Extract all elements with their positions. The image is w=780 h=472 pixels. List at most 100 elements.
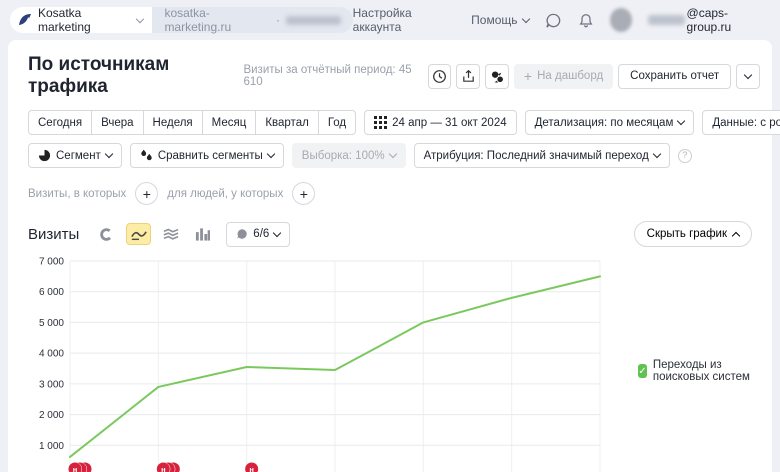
sampling-label: Выборка: 100% — [302, 150, 385, 162]
svg-text:н: н — [161, 465, 166, 472]
save-report-label: Сохранить отчет — [630, 70, 719, 82]
check-icon: ✓ — [638, 366, 646, 377]
compare-segments-button[interactable]: Сравнить сегменты — [130, 143, 284, 168]
chevron-down-icon — [744, 70, 752, 78]
detalization-select[interactable]: Детализация: по месяцам — [525, 110, 695, 135]
svg-text:2 000: 2 000 — [39, 410, 64, 421]
chevron-up-icon — [732, 231, 740, 239]
line-chart-icon — [131, 227, 147, 241]
avatar[interactable] — [610, 8, 632, 32]
counter-domain: kosatka-marketing.ru — [164, 6, 270, 34]
redacted-email-user — [648, 15, 685, 25]
save-report-button[interactable]: Сохранить отчет — [618, 64, 731, 89]
legend-checkbox[interactable]: ✓ — [638, 364, 647, 378]
svg-text:н: н — [73, 465, 78, 472]
compare-segments-label: Сравнить сегменты — [158, 150, 263, 162]
date-range-picker[interactable]: 24 апр — 31 окт 2024 — [364, 110, 516, 135]
preset-yesterday[interactable]: Вчера — [91, 110, 143, 135]
calendar-grid-icon — [374, 116, 387, 129]
ducks-button[interactable] — [485, 64, 509, 89]
help-label: Помощь — [471, 13, 517, 27]
visits-line-chart[interactable]: Апр 24Май 24Июн 24Июл 24Авг 24Сен 24Окт … — [20, 249, 620, 472]
chevron-down-icon — [388, 150, 396, 158]
preset-month[interactable]: Месяц — [202, 110, 257, 135]
plus-icon: + — [524, 68, 532, 84]
export-icon — [461, 69, 476, 84]
chart-header: Визиты 6/6 Скрыть график — [28, 221, 760, 247]
separator-dot: · — [276, 13, 280, 27]
visits-summary: Визиты за отчётный период: 45 610 — [243, 64, 416, 88]
export-button[interactable] — [456, 64, 480, 89]
speech-bubble-icon — [236, 228, 248, 240]
hide-chart-label: Скрыть график — [647, 228, 727, 240]
date-range-label: 24 апр — 31 окт 2024 — [392, 117, 506, 129]
question-icon[interactable]: ? — [678, 149, 692, 163]
detalization-label: Детализация: по месяцам — [535, 117, 674, 129]
data-mode-label: Данные: с роботами — [712, 117, 780, 129]
chevron-down-icon — [105, 150, 113, 158]
preset-quarter[interactable]: Квартал — [255, 110, 318, 135]
counter-name: Kosatka marketing — [38, 6, 131, 34]
data-mode-select[interactable]: Данные: с роботами — [702, 110, 780, 135]
redacted-counter-id — [286, 16, 341, 25]
clock-icon — [432, 69, 447, 84]
svg-text:1 000: 1 000 — [39, 441, 64, 452]
add-people-filter-button[interactable]: + — [292, 182, 315, 205]
chart-type-pie-button[interactable] — [94, 223, 119, 245]
svg-text:3 000: 3 000 — [39, 379, 64, 390]
legend-label: Переходы из поисковых систем — [653, 359, 760, 383]
segment-controls-row: Сегмент Сравнить сегменты Выборка: 100% … — [28, 143, 760, 168]
chevron-down-icon — [653, 150, 661, 158]
topbar: Kosatka marketing kosatka-marketing.ru ·… — [0, 0, 780, 40]
save-report-menu-button[interactable] — [736, 64, 760, 89]
preset-year[interactable]: Год — [318, 110, 356, 135]
email-domain: @caps-group.ru — [687, 6, 766, 34]
chevron-down-icon — [677, 117, 685, 125]
preset-week[interactable]: Неделя — [143, 110, 203, 135]
goals-counter: 6/6 — [253, 228, 269, 240]
counter-selector[interactable]: Kosatka marketing — [10, 7, 152, 33]
help-menu[interactable]: Помощь — [471, 13, 528, 27]
visits-filter-label: Визиты, в которых — [28, 188, 126, 200]
people-filter-label: для людей, у которых — [167, 188, 283, 200]
svg-text:4 000: 4 000 — [39, 349, 64, 360]
svg-text:7 000: 7 000 — [39, 257, 64, 268]
chart-type-area-button[interactable] — [158, 223, 183, 245]
counter-domain-pill: kosatka-marketing.ru · — [152, 7, 352, 33]
svg-text:6 000: 6 000 — [39, 287, 64, 298]
svg-text:н: н — [249, 465, 254, 472]
legend-item[interactable]: ✓ Переходы из поисковых систем — [638, 359, 760, 383]
chevron-down-icon — [267, 150, 275, 158]
chart-area: Апр 24Май 24Июн 24Июл 24Авг 24Сен 24Окт … — [20, 249, 760, 472]
to-dashboard-label: На дашборд — [537, 70, 603, 82]
user-email[interactable]: @caps-group.ru — [648, 6, 766, 34]
notifications-bell-icon[interactable] — [578, 12, 594, 29]
chevron-down-icon — [135, 14, 143, 22]
chat-icon[interactable] — [545, 12, 562, 29]
chart-metric-title: Визиты — [28, 226, 79, 243]
add-visits-filter-button[interactable]: + — [135, 182, 158, 205]
chevron-down-icon — [273, 228, 281, 236]
report-card: По источникам трафика Визиты за отчётный… — [8, 40, 772, 472]
ducks-icon — [490, 69, 505, 84]
svg-text:5 000: 5 000 — [39, 318, 64, 329]
history-button[interactable] — [428, 64, 452, 89]
period-controls-row: Сегодня Вчера Неделя Месяц Квартал Год 2… — [28, 110, 760, 135]
attribution-select[interactable]: Атрибуция: Последний значимый переход — [414, 143, 670, 168]
compare-segments-icon — [140, 149, 153, 162]
period-presets: Сегодня Вчера Неделя Месяц Квартал Год — [28, 110, 356, 135]
chart-type-bar-button[interactable] — [190, 223, 215, 245]
donut-chart-icon — [99, 227, 114, 242]
segment-button[interactable]: Сегмент — [28, 143, 122, 168]
segment-pie-icon — [38, 149, 51, 162]
hide-chart-button[interactable]: Скрыть график — [634, 221, 752, 247]
goals-selector[interactable]: 6/6 — [226, 222, 290, 247]
sampling-select[interactable]: Выборка: 100% — [292, 143, 406, 168]
page-title: По источникам трафика — [20, 54, 243, 98]
kosatka-logo-icon — [18, 13, 32, 27]
to-dashboard-button[interactable]: + На дашборд — [514, 64, 613, 89]
chart-type-line-button[interactable] — [126, 223, 151, 245]
attribution-label: Атрибуция: Последний значимый переход — [424, 150, 649, 162]
preset-today[interactable]: Сегодня — [28, 110, 92, 135]
account-settings-link[interactable]: Настройка аккаунта — [353, 6, 456, 34]
